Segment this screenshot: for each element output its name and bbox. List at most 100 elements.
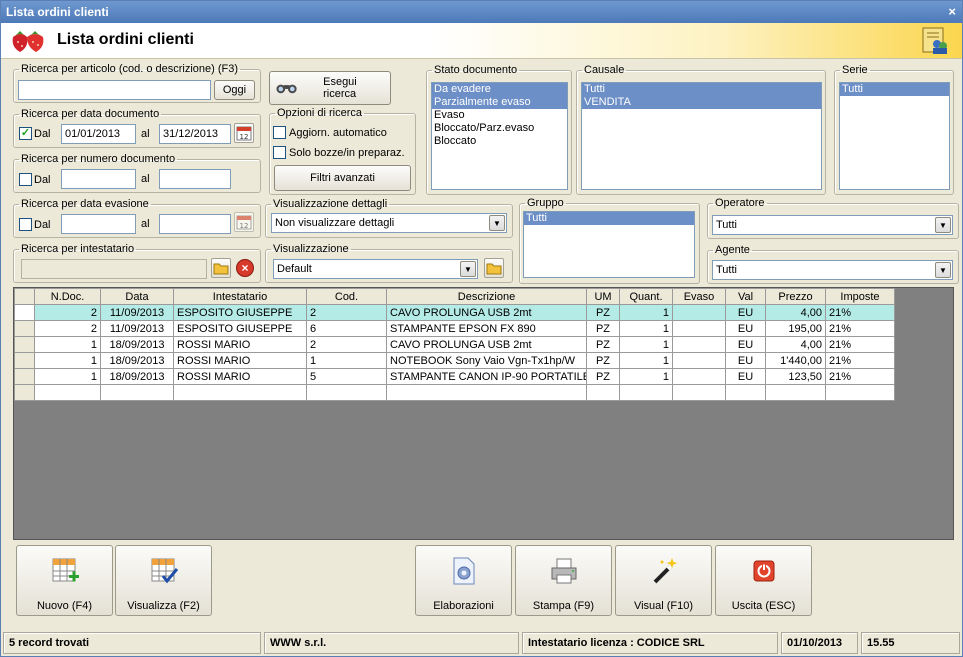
row-header[interactable] bbox=[14, 336, 35, 353]
table-cell[interactable]: ESPOSITO GIUSEPPE bbox=[173, 320, 307, 337]
detail-view-select[interactable]: Non visualizzare dettagli ▼ bbox=[271, 213, 507, 233]
table-cell[interactable] bbox=[825, 384, 895, 401]
table-cell[interactable]: 21% bbox=[825, 352, 895, 369]
column-header[interactable]: Intestatario bbox=[173, 288, 307, 305]
table-row[interactable]: 1 18/09/2013 ROSSI MARIO 1 NOTEBOOK Sony Vai… bbox=[14, 352, 895, 369]
list-item[interactable]: VENDITA bbox=[582, 96, 821, 109]
table-cell[interactable] bbox=[306, 384, 387, 401]
table-cell[interactable]: 5 bbox=[306, 368, 387, 385]
table-cell[interactable]: 11/09/2013 bbox=[100, 304, 174, 321]
clear-icon[interactable]: × bbox=[236, 259, 254, 277]
table-cell[interactable]: PZ bbox=[586, 368, 620, 385]
table-cell[interactable]: STAMPANTE CANON IP-90 PORTATILE bbox=[386, 368, 587, 385]
table-cell[interactable]: PZ bbox=[586, 352, 620, 369]
close-icon[interactable]: × bbox=[948, 1, 956, 23]
table-cell[interactable]: 2 bbox=[34, 320, 101, 337]
date-to-input[interactable]: 31/12/2013 bbox=[159, 124, 231, 144]
row-header[interactable] bbox=[14, 384, 35, 401]
doc-state-listbox[interactable]: Da evadere Parzialmente evaso Evaso Bloc… bbox=[431, 82, 568, 190]
chevron-down-icon[interactable]: ▼ bbox=[935, 262, 951, 278]
folder-icon[interactable] bbox=[484, 258, 504, 278]
table-cell[interactable]: 123,50 bbox=[765, 368, 826, 385]
date-filter-checkbox[interactable]: ✓ bbox=[19, 127, 32, 140]
table-cell[interactable] bbox=[173, 384, 307, 401]
chevron-down-icon[interactable]: ▼ bbox=[460, 261, 476, 277]
processing-button[interactable]: Elaborazioni bbox=[415, 545, 512, 616]
table-cell[interactable]: 1'440,00 bbox=[765, 352, 826, 369]
number-from-input[interactable] bbox=[61, 169, 136, 189]
serie-listbox[interactable]: Tutti bbox=[839, 82, 950, 190]
table-cell[interactable]: 1 bbox=[34, 352, 101, 369]
table-cell[interactable] bbox=[672, 352, 726, 369]
table-cell[interactable] bbox=[672, 304, 726, 321]
execute-search-button[interactable]: Esegui ricerca bbox=[269, 71, 391, 105]
table-cell[interactable]: 21% bbox=[825, 336, 895, 353]
table-cell[interactable]: CAVO PROLUNGA USB 2mt bbox=[386, 304, 587, 321]
users-book-icon[interactable] bbox=[922, 27, 948, 55]
gruppo-listbox[interactable]: Tutti bbox=[523, 211, 695, 278]
table-cell[interactable]: 195,00 bbox=[765, 320, 826, 337]
print-button[interactable]: Stampa (F9) bbox=[515, 545, 612, 616]
number-filter-checkbox[interactable] bbox=[19, 173, 32, 186]
row-header[interactable] bbox=[14, 304, 35, 321]
list-item[interactable]: Bloccato bbox=[432, 135, 567, 148]
auto-update-checkbox[interactable] bbox=[273, 126, 286, 139]
table-cell[interactable]: EU bbox=[725, 368, 766, 385]
view-button[interactable]: Visualizza (F2) bbox=[115, 545, 212, 616]
table-cell[interactable]: 1 bbox=[619, 320, 673, 337]
number-to-input[interactable] bbox=[159, 169, 231, 189]
table-cell[interactable]: PZ bbox=[586, 320, 620, 337]
chevron-down-icon[interactable]: ▼ bbox=[935, 217, 951, 233]
column-header[interactable]: Prezzo bbox=[765, 288, 826, 305]
column-header[interactable]: Imposte bbox=[825, 288, 895, 305]
eva-from-input[interactable] bbox=[61, 214, 136, 234]
table-cell[interactable]: 2 bbox=[306, 304, 387, 321]
table-cell[interactable]: 1 bbox=[306, 352, 387, 369]
table-cell[interactable]: STAMPANTE EPSON FX 890 bbox=[386, 320, 587, 337]
calendar-icon[interactable]: 12 bbox=[234, 212, 254, 232]
table-cell[interactable] bbox=[672, 384, 726, 401]
list-item[interactable]: Tutti bbox=[524, 212, 694, 225]
table-cell[interactable]: 4,00 bbox=[765, 336, 826, 353]
table-cell[interactable]: EU bbox=[725, 304, 766, 321]
table-cell[interactable] bbox=[765, 384, 826, 401]
exit-button[interactable]: Uscita (ESC) bbox=[715, 545, 812, 616]
table-cell[interactable]: CAVO PROLUNGA USB 2mt bbox=[386, 336, 587, 353]
advanced-filters-button[interactable]: Filtri avanzati bbox=[274, 165, 411, 191]
table-cell[interactable]: ESPOSITO GIUSEPPE bbox=[173, 304, 307, 321]
table-cell[interactable]: PZ bbox=[586, 304, 620, 321]
eva-to-input[interactable] bbox=[159, 214, 231, 234]
folder-icon[interactable] bbox=[211, 258, 231, 278]
column-header[interactable]: Val bbox=[725, 288, 766, 305]
table-cell[interactable]: 1 bbox=[619, 352, 673, 369]
row-header[interactable] bbox=[14, 368, 35, 385]
table-cell[interactable] bbox=[672, 320, 726, 337]
table-cell[interactable]: 6 bbox=[306, 320, 387, 337]
table-cell[interactable]: EU bbox=[725, 336, 766, 353]
today-button[interactable]: Oggi bbox=[214, 80, 255, 100]
column-header[interactable]: Evaso bbox=[672, 288, 726, 305]
holder-input[interactable] bbox=[21, 259, 207, 279]
table-cell[interactable]: PZ bbox=[586, 336, 620, 353]
table-cell[interactable]: 18/09/2013 bbox=[100, 352, 174, 369]
operatore-select[interactable]: Tutti ▼ bbox=[712, 215, 953, 235]
table-cell[interactable]: 21% bbox=[825, 304, 895, 321]
table-cell[interactable]: EU bbox=[725, 352, 766, 369]
table-cell[interactable]: 21% bbox=[825, 320, 895, 337]
table-cell[interactable]: 1 bbox=[619, 336, 673, 353]
table-row[interactable]: 2 11/09/2013 ESPOSITO GIUSEPPE 2 CAVO PROLUN… bbox=[14, 304, 895, 321]
agente-select[interactable]: Tutti ▼ bbox=[712, 260, 953, 280]
table-cell[interactable]: ROSSI MARIO bbox=[173, 352, 307, 369]
table-cell[interactable]: ROSSI MARIO bbox=[173, 336, 307, 353]
table-row-empty[interactable] bbox=[14, 384, 895, 401]
table-cell[interactable] bbox=[586, 384, 620, 401]
table-cell[interactable] bbox=[619, 384, 673, 401]
table-cell[interactable]: 1 bbox=[619, 368, 673, 385]
chevron-down-icon[interactable]: ▼ bbox=[489, 215, 505, 231]
table-cell[interactable] bbox=[34, 384, 101, 401]
column-header[interactable]: Data bbox=[100, 288, 174, 305]
row-header[interactable] bbox=[14, 352, 35, 369]
table-cell[interactable]: 1 bbox=[34, 336, 101, 353]
article-search-input[interactable] bbox=[18, 80, 211, 100]
column-header[interactable]: N.Doc. bbox=[34, 288, 101, 305]
